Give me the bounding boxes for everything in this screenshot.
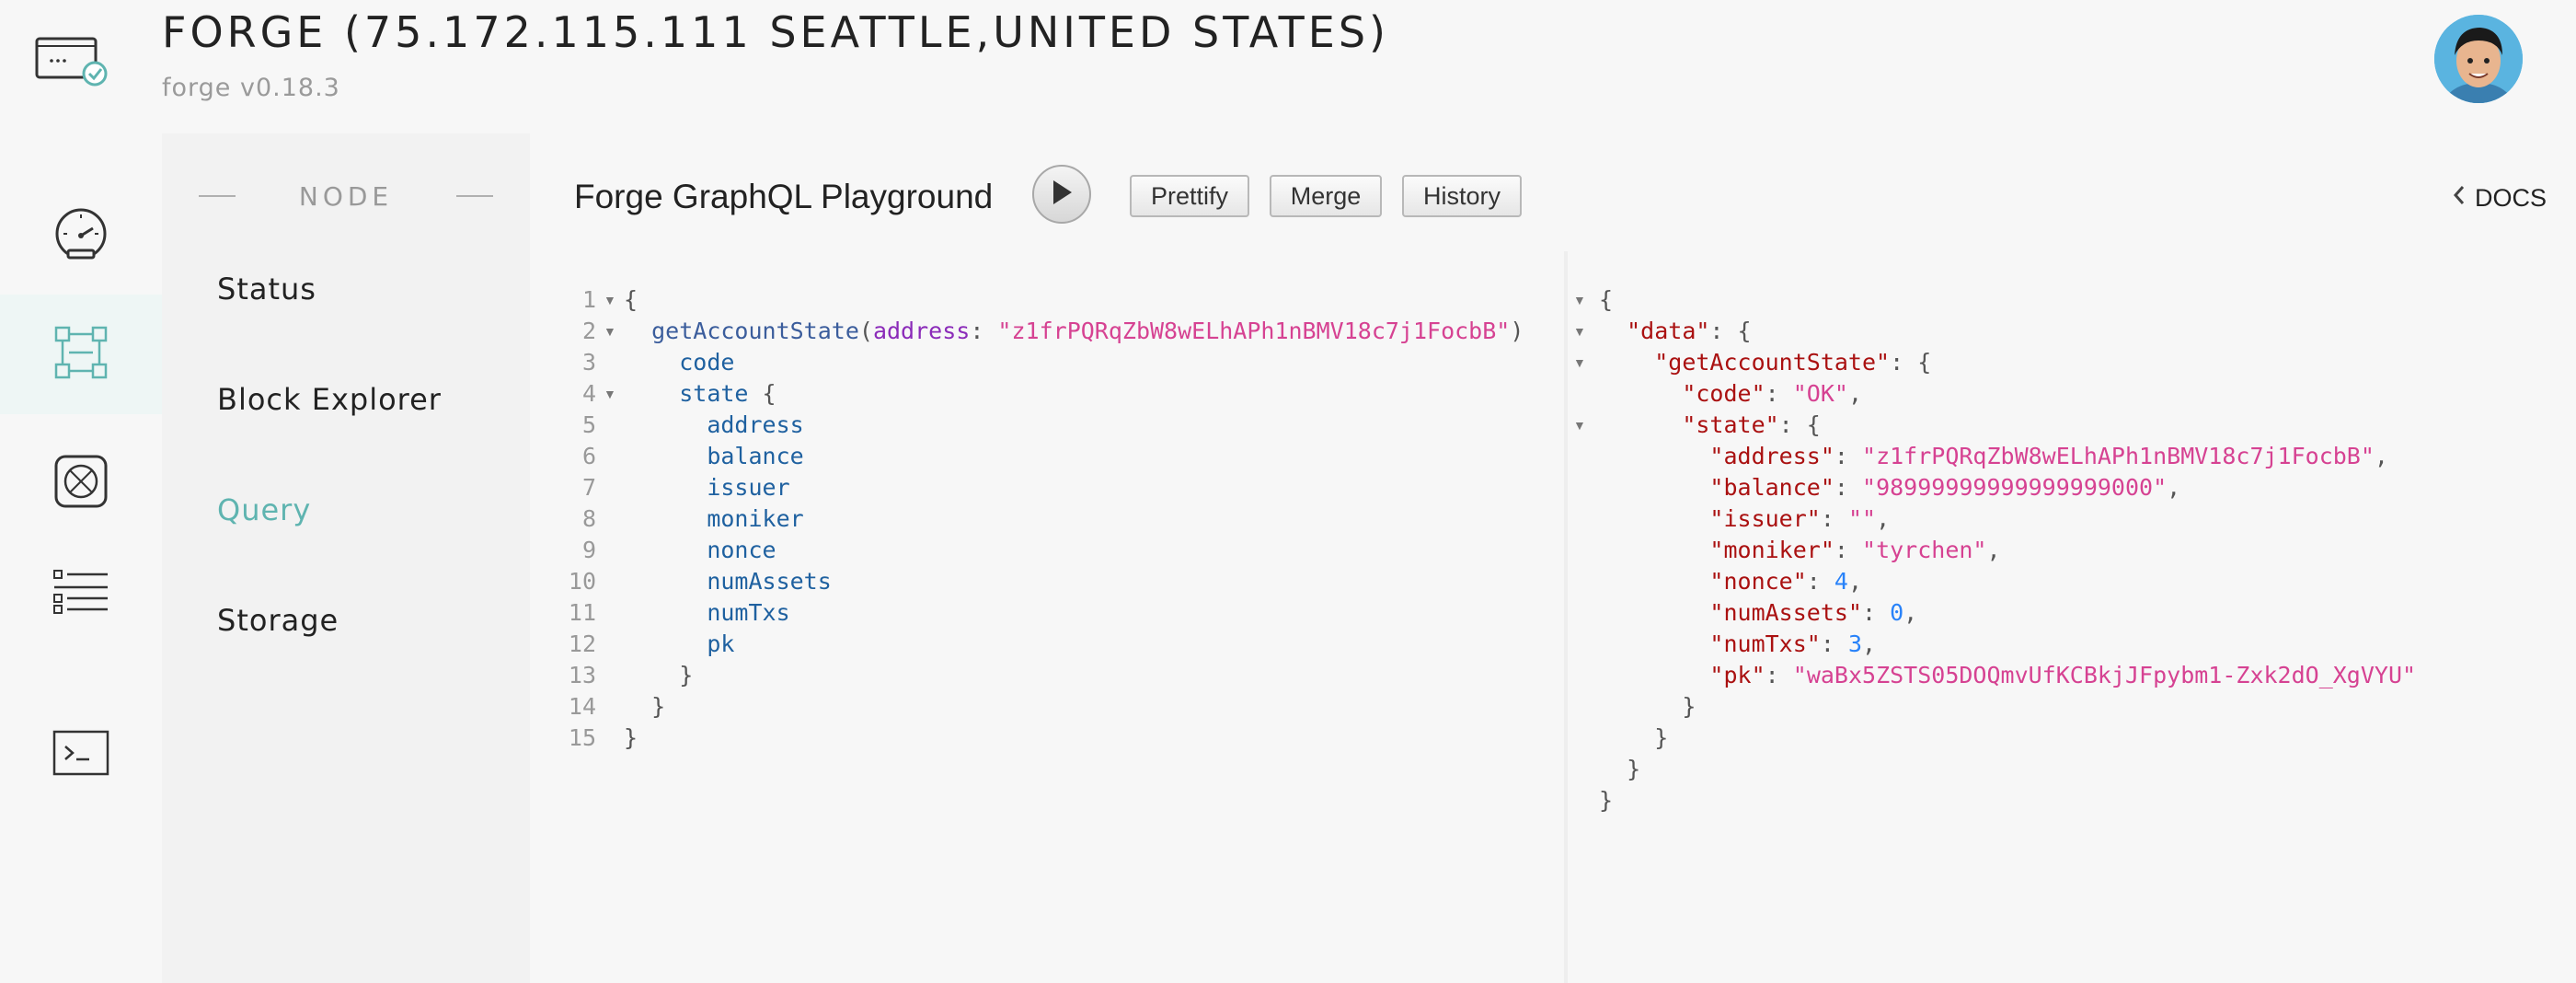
query-field: state xyxy=(679,380,749,407)
fold-arrow-icon[interactable]: ▼ xyxy=(1573,418,1586,433)
result-address-value: z1frPQRqZbW8wELhAPh1nBMV18c7j1FocbB xyxy=(1876,443,2361,469)
result-numassets-value: 0 xyxy=(1890,599,1904,626)
list-icon xyxy=(52,569,109,619)
chip-icon xyxy=(52,453,109,515)
query-arg-name: address xyxy=(872,318,971,344)
user-avatar[interactable] xyxy=(2434,15,2523,103)
result-viewer: ▼ ▼ ▼ ▼ { "data": { "getAccountState": {… xyxy=(1568,251,2576,983)
result-pk-value: waBx5ZSTS05DOQmvUfKCBkjJFpybm1-Zxk2dO_Xg… xyxy=(1806,662,2403,688)
result-code: { "data": { "getAccountState": { "code":… xyxy=(1599,286,2417,814)
result-nonce-value: 4 xyxy=(1834,568,1848,595)
fold-arrow-icon[interactable]: ▼ xyxy=(1573,324,1586,339)
state-field: moniker xyxy=(707,505,804,532)
divider xyxy=(456,195,493,197)
state-field: balance xyxy=(707,443,804,469)
subnav-heading: NODE xyxy=(199,178,493,214)
merge-button[interactable]: Merge xyxy=(1270,175,1382,217)
docs-label: DOCS xyxy=(2475,183,2547,212)
subnav-item-status[interactable]: Status xyxy=(217,272,316,306)
icon-rail xyxy=(0,133,162,983)
play-icon xyxy=(1050,179,1074,211)
state-field: pk xyxy=(707,630,735,657)
terminal-check-icon[interactable] xyxy=(33,33,112,90)
node-subnav: NODE Status Block Explorer Query Storage xyxy=(162,133,530,983)
query-code: { getAccountState(address: "z1frPQRqZbW8… xyxy=(624,286,1524,751)
subnav-item-query[interactable]: Query xyxy=(217,492,311,527)
app-header: FORGE (75.172.115.111 SEATTLE,UNITED STA… xyxy=(0,0,2576,133)
state-field: issuer xyxy=(707,474,790,501)
state-field: numAssets xyxy=(707,568,832,595)
list-nav[interactable] xyxy=(0,534,162,653)
subnav-heading-label: NODE xyxy=(298,180,394,212)
fold-arrow-icon[interactable]: ▼ xyxy=(604,387,616,401)
execute-query-button[interactable] xyxy=(1032,165,1091,224)
chip-nav[interactable] xyxy=(0,423,162,543)
state-field: numTxs xyxy=(707,599,790,626)
graphql-playground: Forge GraphQL Playground Prettify Merge … xyxy=(530,133,2576,983)
result-balance-value: 98999999999999999000 xyxy=(1876,474,2154,501)
console-nav[interactable] xyxy=(0,695,162,815)
subnav-item-storage[interactable]: Storage xyxy=(217,603,339,638)
fold-arrow-icon[interactable]: ▼ xyxy=(604,324,616,339)
prettify-button[interactable]: Prettify xyxy=(1130,175,1249,217)
speedometer-icon xyxy=(52,206,109,264)
subnav-item-block-explorer[interactable]: Block Explorer xyxy=(217,382,442,417)
node-network-icon xyxy=(52,324,109,386)
version-label: forge v0.18.3 xyxy=(162,74,340,102)
result-numtxs-value: 3 xyxy=(1847,630,1863,657)
terminal-icon xyxy=(52,730,109,781)
query-address-value: z1frPQRqZbW8wELhAPh1nBMV18c7j1FocbB xyxy=(1011,318,1497,344)
query-field: code xyxy=(679,349,735,376)
line-numbers: 1 2 3 4 5 6 7 8 9 10 11 12 13 14 15 xyxy=(568,286,596,751)
fold-arrow-icon[interactable]: ▼ xyxy=(604,293,616,307)
state-field: address xyxy=(707,411,804,438)
divider xyxy=(199,195,236,197)
dashboard-nav[interactable] xyxy=(0,175,162,295)
docs-toggle[interactable]: DOCS xyxy=(2453,179,2547,216)
chevron-left-icon xyxy=(2453,184,2466,213)
fold-arrow-icon[interactable]: ▼ xyxy=(1573,293,1586,307)
node-nav[interactable] xyxy=(0,295,162,414)
query-editor[interactable]: 1 2 3 4 5 6 7 8 9 10 11 12 13 14 15 ▼ ▼ ▼ { getAccount… xyxy=(552,251,1564,983)
page-title: FORGE (75.172.115.111 SEATTLE,UNITED STA… xyxy=(162,7,1389,57)
history-button[interactable]: History xyxy=(1402,175,1522,217)
query-function: getAccountState xyxy=(651,318,859,344)
result-moniker-value: tyrchen xyxy=(1876,537,1973,563)
state-field: nonce xyxy=(707,537,776,563)
fold-arrow-icon[interactable]: ▼ xyxy=(1573,355,1586,370)
result-code-value: OK xyxy=(1806,380,1834,407)
playground-title: Forge GraphQL Playground xyxy=(574,178,994,215)
